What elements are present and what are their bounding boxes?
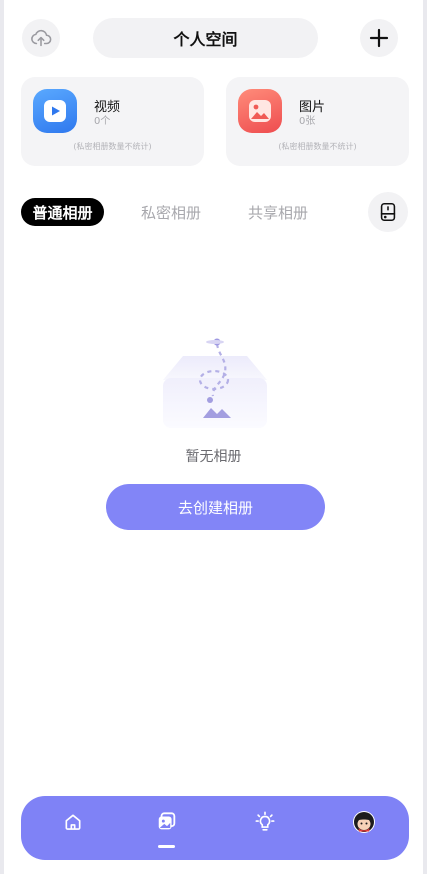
lightbulb-icon [255, 811, 275, 831]
nav-home[interactable] [56, 808, 90, 836]
bottom-nav [21, 796, 409, 860]
plus-icon [369, 28, 389, 48]
cloud-upload-button[interactable] [22, 19, 60, 57]
image-card-count: 0张 [299, 116, 316, 127]
tab-private-album[interactable]: 私密相册 [131, 198, 211, 226]
nav-active-indicator [158, 845, 175, 848]
screen: 个人空间 视频 0个 (私密相册数量不统计) 图片 0张 (私密相册数量不统计) [4, 0, 423, 874]
create-album-button[interactable]: 去创建相册 [106, 484, 325, 530]
video-card-note: (私密相册数量不统计) [73, 142, 152, 151]
tab-normal-album[interactable]: 普通相册 [21, 198, 104, 226]
video-play-icon [33, 89, 77, 133]
tab-shared-album[interactable]: 共享相册 [238, 198, 318, 226]
image-icon [238, 89, 282, 133]
image-card-note: (私密相册数量不统计) [278, 142, 357, 151]
video-card[interactable]: 视频 0个 (私密相册数量不统计) [21, 77, 204, 166]
cloud-upload-icon [31, 29, 52, 47]
album-icon [158, 812, 176, 830]
nav-ideas[interactable] [248, 808, 282, 836]
avatar [353, 811, 375, 833]
storage-button[interactable] [368, 192, 408, 232]
nav-profile[interactable] [347, 808, 381, 836]
nav-album[interactable] [150, 808, 184, 836]
empty-tray-illustration [159, 336, 271, 432]
storage-drive-icon [380, 202, 396, 222]
home-icon [65, 814, 81, 830]
video-card-count: 0个 [94, 116, 111, 127]
page-title: 个人空间 [93, 18, 318, 58]
image-card[interactable]: 图片 0张 (私密相册数量不统计) [226, 77, 409, 166]
add-button[interactable] [360, 19, 398, 57]
empty-state-text: 暂无相册 [185, 449, 242, 465]
